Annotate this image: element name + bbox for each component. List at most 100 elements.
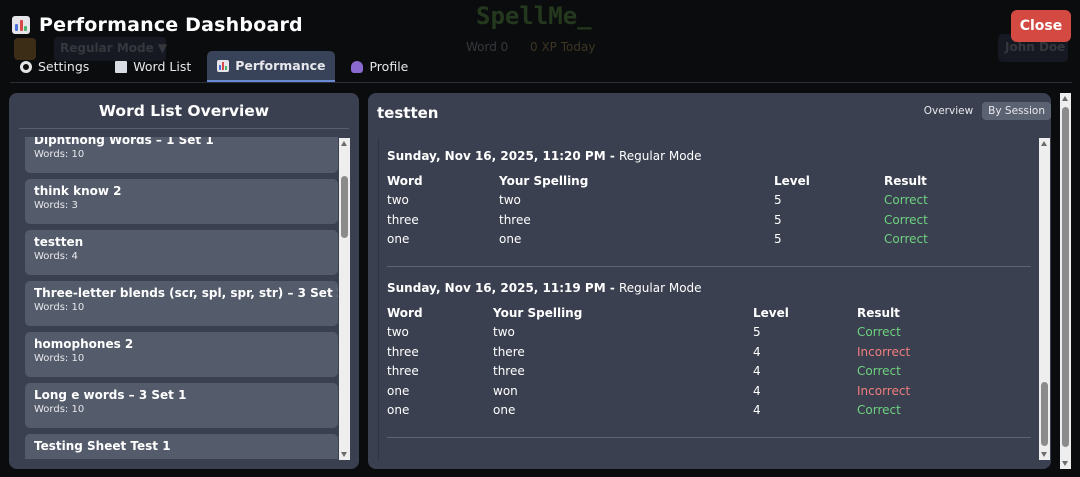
scroll-down-arrow-icon[interactable] [1062, 461, 1068, 466]
session-table: Word Your Spelling Level Result two two … [387, 303, 1031, 420]
word-list-panel-title: Word List Overview [98, 102, 270, 120]
table-row: three three 5 Correct [387, 210, 1031, 230]
word-list-count: Words: 10 [34, 404, 85, 415]
table-row: two two 5 Correct [387, 191, 1031, 211]
tab-bar: Settings Word List Performance Profile [10, 51, 418, 82]
word-list-card[interactable]: Testing Sheet Test 1 [25, 434, 338, 459]
cell-word: three [387, 212, 419, 227]
tab-settings-label: Settings [38, 59, 90, 74]
cell-word: one [387, 232, 410, 247]
cell-result: Correct [884, 212, 928, 227]
gear-icon [20, 60, 32, 73]
word-list-panel: Word List Overview Diphthong Words – 1 S… [9, 93, 359, 469]
modal-title: Performance Dashboard [12, 14, 303, 36]
word-list-name: testten [34, 235, 84, 249]
word-list-card[interactable]: Three-letter blends (scr, spl, spr, str)… [25, 281, 338, 326]
cell-spelling: one [499, 232, 522, 247]
cell-spelling: three [493, 364, 525, 379]
column-header-result: Result [884, 173, 927, 188]
session-separator: - [605, 149, 619, 163]
session-scrollbar[interactable] [1039, 138, 1050, 460]
column-header-word: Word [387, 305, 423, 320]
word-list-card[interactable]: testten Words: 4 [25, 230, 338, 275]
column-header-spelling: Your Spelling [499, 173, 589, 188]
cell-result: Correct [884, 193, 928, 208]
session-date: Sunday, Nov 16, 2025, 11:20 PM [387, 149, 606, 163]
cell-word: one [387, 383, 410, 398]
cell-result: Correct [857, 403, 901, 418]
scroll-up-arrow-icon[interactable] [341, 141, 347, 146]
word-list-scrollbar[interactable] [339, 138, 350, 460]
word-list-card[interactable]: homophones 2 Words: 10 [25, 332, 338, 377]
tab-settings[interactable]: Settings [10, 51, 99, 82]
cell-spelling: one [493, 403, 516, 418]
cell-level: 5 [774, 212, 782, 227]
word-list-card[interactable]: Long e words – 3 Set 1 Words: 10 [25, 383, 338, 428]
table-row: three there 4 Incorrect [387, 342, 1031, 362]
word-list-count: Words: 10 [34, 149, 85, 160]
word-list-count: Words: 10 [34, 353, 85, 364]
session-block: Sunday, Nov 16, 2025, 11:19 PM - Regular… [387, 281, 1031, 438]
cell-level: 4 [753, 403, 761, 418]
modal-scrollbar[interactable] [1060, 93, 1071, 469]
user-icon [351, 60, 364, 73]
table-row: one one 5 Correct [387, 230, 1031, 250]
cell-result: Correct [884, 232, 928, 247]
scroll-down-arrow-icon[interactable] [1041, 452, 1047, 457]
by-session-toggle-button[interactable]: By Session [982, 102, 1051, 120]
bar-chart-icon [12, 16, 30, 34]
word-list-count [34, 453, 329, 455]
word-list-name: think know 2 [34, 184, 122, 198]
cell-word: two [387, 325, 409, 340]
session-scroll-area[interactable]: Sunday, Nov 16, 2025, 11:20 PM - Regular… [378, 138, 1038, 460]
word-list-scroll-area[interactable]: Diphthong Words – 1 Set 1 Words: 10 thin… [25, 137, 338, 459]
scroll-thumb[interactable] [1062, 107, 1069, 447]
table-header-row: Word Your Spelling Level Result [387, 171, 1031, 191]
word-list-card[interactable]: Diphthong Words – 1 Set 1 Words: 10 [25, 137, 338, 173]
session-separator: - [605, 281, 619, 295]
session-mode: Regular Mode [619, 149, 702, 163]
column-header-spelling: Your Spelling [493, 305, 583, 320]
close-button[interactable]: Close [1011, 10, 1071, 42]
cell-result: Incorrect [857, 383, 911, 398]
session-date: Sunday, Nov 16, 2025, 11:19 PM [387, 281, 606, 295]
overview-toggle-button[interactable]: Overview [918, 102, 979, 120]
word-list-name: Long e words – 3 Set 1 [34, 388, 187, 402]
cell-result: Correct [857, 325, 901, 340]
scroll-up-arrow-icon[interactable] [1062, 96, 1068, 101]
word-list-card[interactable]: think know 2 Words: 3 [25, 179, 338, 224]
xp-counter: 0 XP Today [530, 40, 596, 54]
scroll-down-arrow-icon[interactable] [341, 452, 347, 457]
word-list-name: Diphthong Words – 1 Set 1 [34, 137, 214, 147]
cell-spelling: won [493, 383, 518, 398]
cell-level: 5 [774, 193, 782, 208]
cell-level: 5 [753, 325, 761, 340]
column-header-result: Result [857, 305, 900, 320]
cell-level: 4 [753, 383, 761, 398]
book-icon [115, 60, 128, 73]
tab-profile[interactable]: Profile [341, 51, 418, 82]
selected-list-title: testten [377, 104, 439, 122]
scroll-thumb[interactable] [1041, 382, 1048, 446]
tab-performance[interactable]: Performance [207, 51, 336, 82]
app-logo: SpellMe_ [476, 2, 592, 30]
modal-title-text: Performance Dashboard [39, 14, 303, 36]
session-block: Sunday, Nov 16, 2025, 11:20 PM - Regular… [387, 149, 1031, 267]
cell-spelling: two [499, 193, 521, 208]
table-row: one one 4 Correct [387, 401, 1031, 421]
session-mode: Regular Mode [619, 281, 702, 295]
tab-word-list[interactable]: Word List [105, 51, 201, 82]
view-toggle: Overview By Session [918, 102, 1051, 120]
cell-spelling: three [499, 212, 531, 227]
cell-result: Incorrect [857, 344, 911, 359]
cell-word: three [387, 364, 419, 379]
cell-level: 4 [753, 364, 761, 379]
table-row: one won 4 Incorrect [387, 381, 1031, 401]
scroll-up-arrow-icon[interactable] [1041, 141, 1047, 146]
cell-result: Correct [857, 364, 901, 379]
table-row: three three 4 Correct [387, 362, 1031, 382]
cell-word: three [387, 344, 419, 359]
chart-icon [217, 59, 230, 72]
scroll-thumb[interactable] [341, 176, 348, 238]
column-header-word: Word [387, 173, 423, 188]
